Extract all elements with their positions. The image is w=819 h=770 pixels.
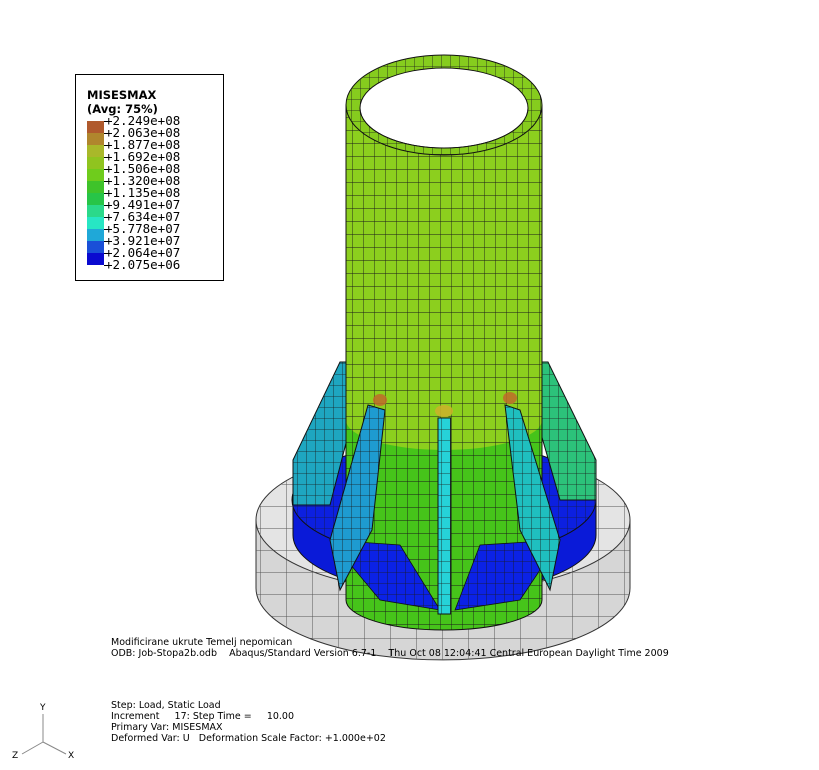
- model-title: Modificirane ukrute Temelj nepomican: [111, 637, 293, 648]
- legend-variable: MISESMAX: [87, 88, 157, 102]
- legend-swatch: [87, 181, 104, 193]
- stiffener-front-center: [437, 417, 452, 615]
- legend-swatch: [87, 193, 104, 205]
- legend-swatch: [87, 157, 104, 169]
- legend-swatch: [87, 121, 104, 133]
- contour-legend: MISESMAX (Avg: 75%) +2.249e+08 +2.063e+08…: [75, 74, 224, 281]
- odb-line: ODB: Job-Stopa2b.odb Abaqus/Standard Ver…: [111, 648, 669, 659]
- legend-swatch: [87, 253, 104, 265]
- legend-swatch: [87, 205, 104, 217]
- triad-y-label: Y: [39, 703, 46, 713]
- coordinate-triad: Y X Z: [12, 703, 74, 761]
- triad-x-label: X: [68, 751, 74, 761]
- z-axis-line: [21, 741, 44, 755]
- x-axis-line: [42, 741, 67, 755]
- legend-level-label: +2.075e+06: [105, 257, 181, 272]
- deformed-var-line: Deformed Var: U Deformation Scale Factor…: [111, 733, 386, 744]
- legend-swatch: [87, 145, 104, 157]
- primary-var-line: Primary Var: MISESMAX: [111, 722, 223, 733]
- legend-swatch: [87, 241, 104, 253]
- legend-swatch: [87, 169, 104, 181]
- triad-z-label: Z: [12, 751, 18, 761]
- step-line: Step: Load, Static Load: [111, 700, 221, 711]
- legend-swatch: [87, 217, 104, 229]
- legend-swatch: [87, 229, 104, 241]
- increment-line: Increment 17: Step Time = 10.00: [111, 711, 295, 722]
- legend-swatch: [87, 133, 104, 145]
